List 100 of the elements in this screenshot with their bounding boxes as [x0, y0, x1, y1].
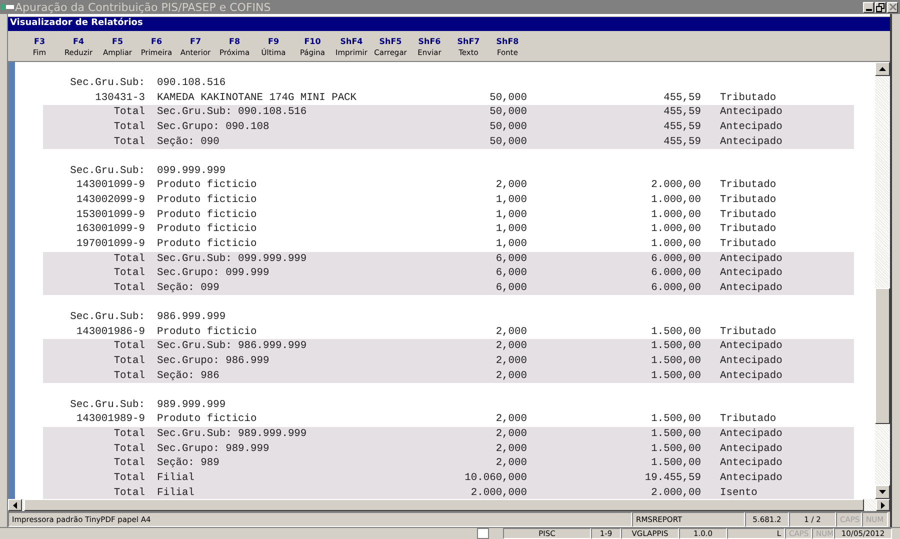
description: KAMEDA KAKINOTANE 174G MINI PACK [156, 90, 358, 106]
amount: 455,59 [662, 134, 701, 150]
section-label: Sec.Gru.Sub: [69, 164, 145, 178]
scroll-down-icon[interactable] [879, 490, 886, 494]
section-value: 986.999.999 [156, 310, 227, 325]
total-label: Total [112, 280, 145, 296]
tax-status: Isento [719, 486, 758, 499]
tax-status: Antecipado [719, 339, 782, 354]
tax-status: Tributado [719, 324, 776, 340]
app-icon [1, 2, 15, 12]
amount: 1.000,00 [650, 236, 701, 252]
quantity: 50,000 [488, 105, 527, 120]
close-button[interactable] [887, 2, 898, 12]
total-label: Total [112, 470, 145, 486]
total-label: Total [112, 456, 145, 471]
tax-status: Tributado [719, 412, 776, 427]
tax-status: Antecipado [719, 280, 782, 296]
tax-status: Antecipado [719, 105, 782, 120]
restore-button[interactable] [875, 2, 886, 12]
quantity: 2,000 [494, 427, 527, 442]
scroll-left-icon[interactable] [13, 502, 17, 508]
scroll-up-icon[interactable] [879, 67, 886, 71]
tax-status: Antecipado [719, 368, 782, 384]
product-code: 143001989-9 [75, 412, 145, 427]
amount: 1.500,00 [650, 442, 701, 456]
amount: 19.455,59 [644, 470, 701, 486]
description: Produto ficticio [156, 236, 258, 252]
amount: 1.000,00 [650, 193, 701, 208]
tax-status: Tributado [719, 178, 776, 193]
quantity: 1,000 [494, 208, 527, 222]
quantity: 2,000 [494, 339, 527, 354]
amount: 1.500,00 [650, 324, 701, 340]
total-label: Total [112, 120, 145, 134]
quantity: 6,000 [494, 280, 527, 296]
amount: 1.000,00 [650, 222, 701, 237]
description: Produto ficticio [156, 193, 258, 208]
amount: 1.500,00 [650, 412, 701, 427]
quantity: 50,000 [488, 90, 527, 106]
product-code: 197001099-9 [75, 236, 145, 252]
description: Filial [156, 486, 196, 499]
total-label: Total [112, 427, 145, 442]
quantity: 1,000 [494, 236, 527, 252]
horizontal-scrollbar[interactable] [8, 499, 890, 511]
section-label: Sec.Gru.Sub: [69, 398, 145, 412]
amount: 455,59 [662, 105, 701, 120]
tax-status: Antecipado [719, 470, 782, 486]
restore-icon [876, 2, 885, 12]
description: Produto ficticio [156, 222, 258, 237]
description: Sec.Grupo: 989.999 [156, 442, 270, 456]
product-code: 143001099-9 [75, 178, 145, 193]
description: Sec.Grupo: 986.999 [156, 354, 270, 368]
tax-status: Antecipado [719, 266, 782, 281]
description: Seção: 090 [156, 134, 220, 150]
amount: 2.000,00 [650, 178, 701, 193]
quantity: 2,000 [494, 354, 527, 368]
description: Sec.Grupo: 099.999 [156, 266, 270, 281]
description: Sec.Grupo: 090.108 [156, 120, 270, 134]
amount: 2.000,00 [650, 486, 701, 499]
description: Seção: 989 [156, 456, 220, 471]
quantity: 2,000 [494, 324, 527, 340]
minimize-button[interactable] [863, 2, 874, 12]
section-value: 090.108.516 [156, 76, 227, 91]
description: Sec.Gru.Sub: 986.999.999 [156, 339, 308, 354]
product-code: 163001099-9 [75, 222, 145, 237]
description: Produto ficticio [156, 412, 258, 427]
tax-status: Antecipado [719, 354, 782, 368]
product-code: 143002099-9 [75, 193, 145, 208]
description: Produto ficticio [156, 178, 258, 193]
quantity: 2,000 [494, 456, 527, 471]
tax-status: Tributado [719, 193, 776, 208]
amount: 455,59 [662, 120, 701, 134]
total-label: Total [112, 368, 145, 384]
quantity: 50,000 [488, 120, 527, 134]
section-value: 989.999.999 [156, 398, 227, 412]
amount: 6.000,00 [650, 280, 701, 296]
total-label: Total [112, 354, 145, 368]
vertical-scrollbar[interactable] [875, 62, 890, 499]
amount: 1.500,00 [650, 339, 701, 354]
amount: 1.500,00 [650, 354, 701, 368]
scroll-right-icon[interactable] [881, 502, 885, 508]
product-code: 143001986-9 [75, 324, 145, 340]
description: Produto ficticio [156, 324, 258, 340]
amount: 1.500,00 [650, 427, 701, 442]
tax-status: Tributado [719, 222, 776, 237]
amount: 1.000,00 [650, 208, 701, 222]
description: Produto ficticio [156, 208, 258, 222]
description: Seção: 986 [156, 368, 220, 384]
amount: 1.500,00 [650, 368, 701, 384]
description: Sec.Gru.Sub: 090.108.516 [156, 105, 308, 120]
description: Filial [156, 470, 196, 486]
quantity: 2,000 [494, 412, 527, 427]
tax-status: Antecipado [719, 252, 782, 266]
product-code: 130431-3 [94, 90, 145, 106]
section-label: Sec.Gru.Sub: [69, 76, 145, 91]
viewer-title: Visualizador de Relatórios [10, 18, 143, 28]
total-label: Total [112, 105, 145, 120]
window-title: Apuração da Contribuição PIS/PASEP e COFINS [15, 0, 271, 14]
description: Sec.Gru.Sub: 989.999.999 [156, 427, 308, 442]
product-code: 153001099-9 [75, 208, 145, 222]
close-icon [888, 3, 896, 11]
